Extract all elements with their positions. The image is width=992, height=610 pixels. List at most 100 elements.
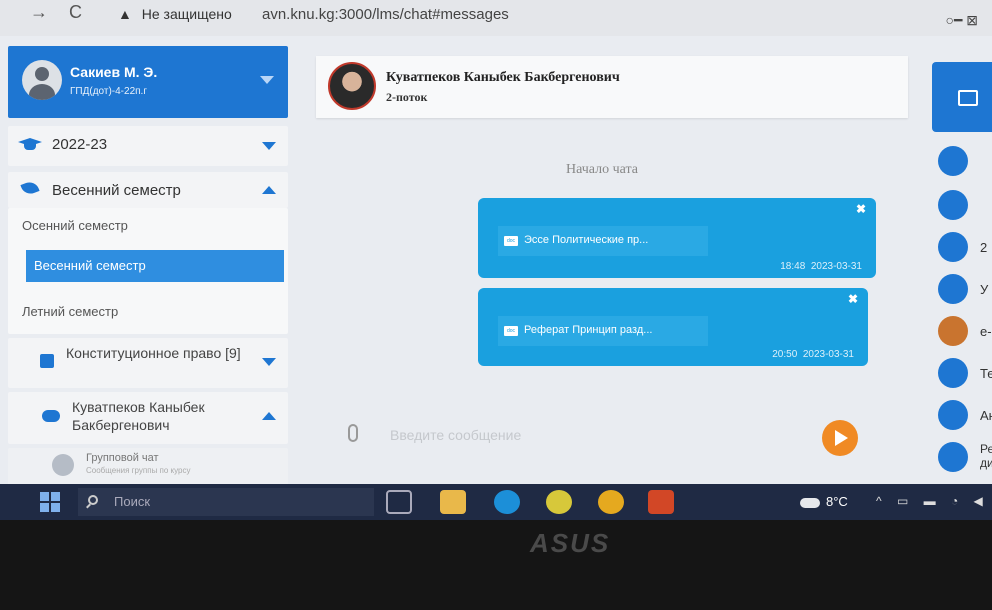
chevron-down-icon[interactable] xyxy=(262,358,276,366)
system-tray[interactable]: ^ ▭ ▬ ◔ ◀ xyxy=(876,494,989,508)
back-icon[interactable]: → xyxy=(30,2,48,22)
chevron-down-icon[interactable] xyxy=(260,76,274,84)
search-icon xyxy=(88,495,98,505)
semester-option-spring[interactable]: Весенний семестр xyxy=(26,250,284,282)
message-time: 20:50 xyxy=(772,349,798,360)
book-icon xyxy=(938,274,968,304)
rail-item-6[interactable]: Те xyxy=(938,358,992,392)
chat-header: Куватпеков Каныбек Бакбергенович 2-поток xyxy=(316,56,908,118)
cast-icon[interactable] xyxy=(932,62,992,132)
send-button[interactable] xyxy=(822,420,858,456)
rail-item-profile[interactable] xyxy=(938,190,992,224)
browser-nav: → C xyxy=(30,2,98,23)
chevron-up-icon[interactable] xyxy=(262,412,276,420)
close-icon[interactable]: ✖ xyxy=(856,202,866,216)
sidebar: Сакиев М. Э. ГПД(дот)-4-22п.г 2022-23 Ве… xyxy=(8,46,290,486)
year-selector[interactable]: 2022-23 xyxy=(8,126,288,166)
contact-name: Куватпеков Каныбек Бакбергенович xyxy=(386,70,620,85)
semester-option-summer[interactable]: Летний семестр xyxy=(22,304,118,319)
course-title: Конституционное право [9] xyxy=(66,345,241,361)
warning-icon: ▲ xyxy=(118,6,132,22)
taskbar-search[interactable]: Поиск xyxy=(78,488,374,516)
rail-item-calendar[interactable] xyxy=(938,146,992,180)
person-icon xyxy=(938,190,968,220)
close-icon[interactable]: ✖ xyxy=(848,292,858,306)
message-timestamp: 18:48 2023-03-31 xyxy=(780,261,862,272)
reload-icon[interactable]: C xyxy=(69,2,82,22)
form-icon xyxy=(938,400,968,430)
teacher-chat-item[interactable]: Куватпеков Каныбек Бакбергенович xyxy=(8,392,288,444)
file-attachment[interactable]: Реферат Принцип разд... xyxy=(498,316,708,346)
calendar-icon xyxy=(938,146,968,176)
rail-label: е- xyxy=(980,324,992,339)
message-date: 2023-03-31 xyxy=(802,349,854,360)
task-view-icon[interactable] xyxy=(386,490,412,514)
year-label: 2022-23 xyxy=(52,136,108,153)
rail-label: Реги дисц xyxy=(980,442,992,470)
rail-label: Те xyxy=(980,366,992,381)
message-composer xyxy=(340,416,870,456)
windows-start-icon[interactable] xyxy=(40,492,60,512)
semester-list: Осенний семестр Весенний семестр Летний … xyxy=(8,208,288,334)
user-name: Сакиев М. Э. xyxy=(70,64,158,80)
message-input[interactable] xyxy=(390,422,810,448)
message-date: 2023-03-31 xyxy=(810,261,862,272)
group-chat-title: Групповой чат xyxy=(86,452,159,464)
notebook-icon xyxy=(938,358,968,388)
rail-item-8[interactable]: Реги дисц xyxy=(938,442,992,476)
register-icon xyxy=(938,442,968,472)
message-bubble: ✖ Реферат Принцип разд... 20:50 2023-03-… xyxy=(478,288,868,366)
rail-label: 2 xyxy=(980,240,988,255)
avatar xyxy=(22,60,62,100)
brand-logo: ASUS xyxy=(530,528,611,558)
app-icon[interactable] xyxy=(546,490,572,514)
user-group: ГПД(дот)-4-22п.г xyxy=(70,86,147,97)
file-attachment[interactable]: Эссе Политические пр... xyxy=(498,226,708,256)
cloud-icon xyxy=(800,497,820,508)
rail-label: У xyxy=(980,282,989,297)
chat-bubble-icon xyxy=(42,410,60,422)
chevron-up-icon[interactable] xyxy=(262,186,276,194)
chevron-down-icon[interactable] xyxy=(262,142,276,150)
message-time: 18:48 xyxy=(780,261,806,272)
message-bubble: ✖ Эссе Политические пр... 18:48 2023-03-… xyxy=(478,198,876,278)
group-chat-item[interactable]: Групповой чат Сообщения группы по курсу xyxy=(8,448,288,486)
semester-option-autumn[interactable]: Осенний семестр xyxy=(22,218,128,233)
weather-temp: 8°C xyxy=(826,494,848,509)
search-label: Поиск xyxy=(114,494,151,509)
rail-item-7[interactable]: Анк xyxy=(938,400,992,434)
browser-address-bar[interactable]: → C ▲ Не защищено avn.knu.kg:3000/lms/ch… xyxy=(0,0,992,36)
weather-widget[interactable]: 8°C xyxy=(800,494,848,509)
teacher-name: Куватпеков Каныбек Бакбергенович xyxy=(72,399,205,433)
message-timestamp: 20:50 2023-03-31 xyxy=(772,349,854,360)
security-warning[interactable]: ▲ Не защищено xyxy=(118,6,232,22)
rail-item-4[interactable]: У xyxy=(938,274,992,308)
user-card[interactable]: Сакиев М. Э. ГПД(дот)-4-22п.г xyxy=(8,46,288,118)
url-text[interactable]: avn.knu.kg:3000/lms/chat#messages xyxy=(262,6,509,23)
group-avatar xyxy=(52,454,74,476)
windows-taskbar: Поиск 8°C ^ ▭ ▬ ◔ ◀ xyxy=(0,484,992,520)
laptop-bezel: ASUS xyxy=(0,520,992,610)
contact-photo xyxy=(328,62,376,110)
rail-label: Анк xyxy=(980,408,992,423)
semester-label: Весенний семестр xyxy=(52,182,181,199)
books-stack-icon xyxy=(938,316,968,346)
screen: → C ▲ Не защищено avn.knu.kg:3000/lms/ch… xyxy=(0,0,992,525)
chat-start-label: Начало чата xyxy=(566,162,639,177)
book-icon xyxy=(40,354,54,368)
rail-item-5[interactable]: е- xyxy=(938,316,992,350)
key-icon[interactable]: ○━ ⊠ xyxy=(945,12,978,29)
paperclip-icon[interactable] xyxy=(348,424,358,442)
rail-item-3[interactable]: 2 xyxy=(938,232,992,266)
graduation-cap-icon xyxy=(18,138,42,152)
security-label: Не защищено xyxy=(141,6,232,22)
right-rail: 2 У е- Те Анк Реги дисц xyxy=(930,56,992,486)
course-item[interactable]: Конституционное право [9] xyxy=(8,338,288,388)
file-explorer-icon[interactable] xyxy=(440,490,466,514)
group-chat-subtitle: Сообщения группы по курсу xyxy=(86,466,191,475)
semester-selector[interactable]: Весенний семестр xyxy=(8,172,288,208)
chrome-icon[interactable] xyxy=(598,490,624,514)
powerpoint-icon[interactable] xyxy=(648,490,674,514)
leaf-icon xyxy=(20,179,40,197)
edge-icon[interactable] xyxy=(494,490,520,514)
